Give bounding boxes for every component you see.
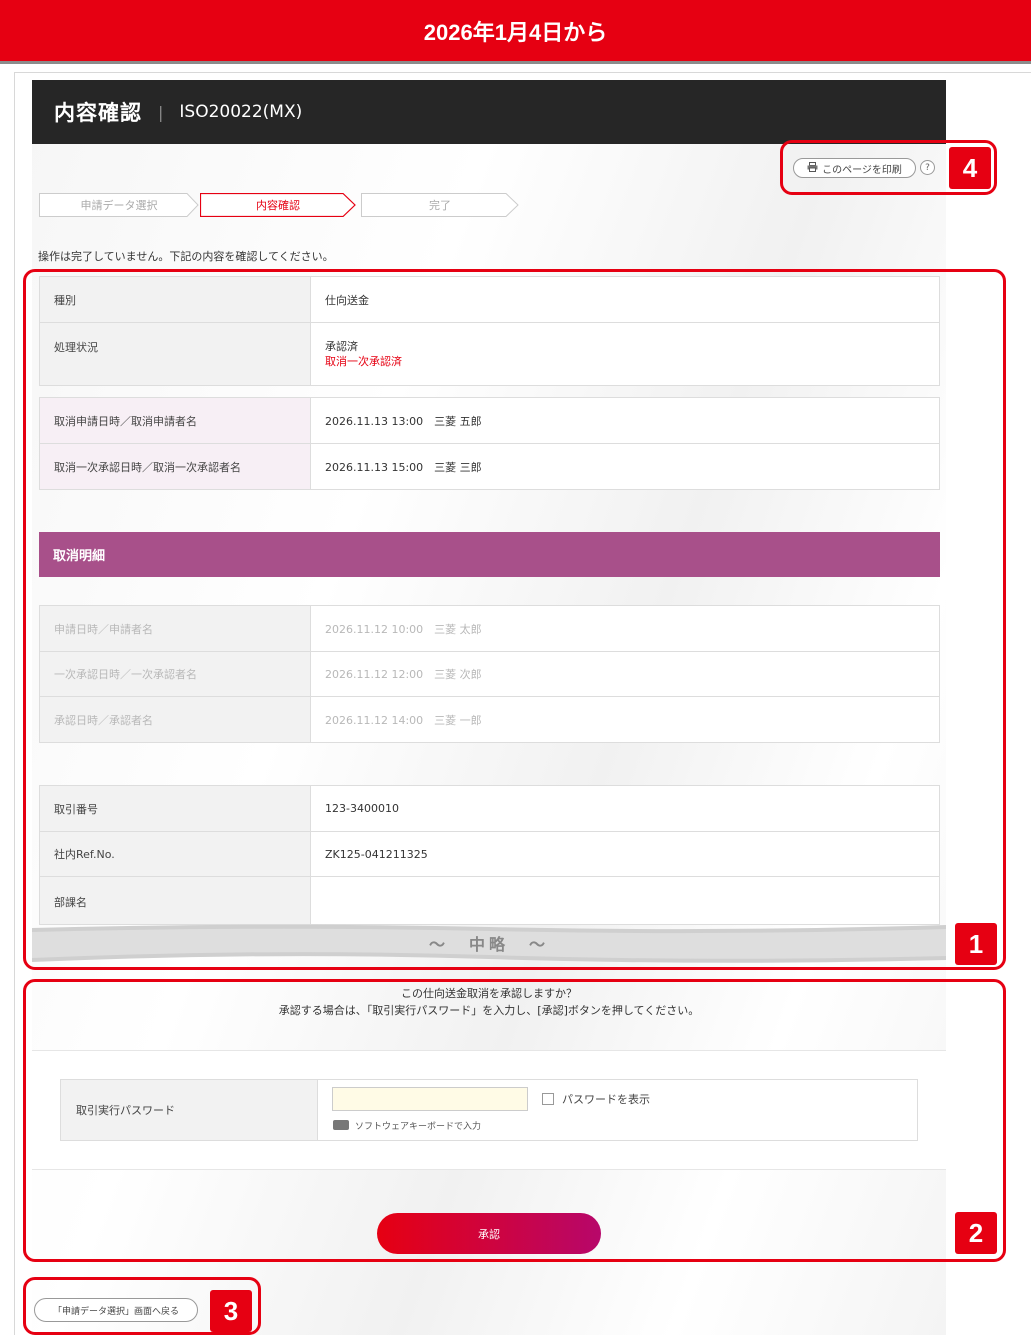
callout-badge-1: 1 [955, 923, 997, 965]
page-subtitle: ISO20022(MX) [179, 102, 303, 122]
step-complete: 完了 [361, 193, 519, 217]
page-titlebar: 内容確認 | ISO20022(MX) [32, 80, 946, 144]
callout-frame-1 [23, 269, 1006, 970]
callout-badge-4: 4 [949, 147, 991, 189]
step-label: 完了 [429, 199, 451, 212]
banner-text: 2026年1月4日から [423, 19, 608, 45]
callout-badge-2: 2 [955, 1212, 997, 1254]
step-label: 申請データ選択 [80, 199, 158, 212]
step-select-data: 申請データ選択 [39, 193, 199, 217]
date-banner: 2026年1月4日から [0, 0, 1031, 64]
notice-text: 操作は完了していません。下記の内容を確認してください。 [38, 250, 334, 263]
callout-frame-2 [23, 979, 1006, 1262]
step-confirm: 内容確認 [200, 193, 356, 217]
title-separator: | [158, 102, 164, 122]
callout-badge-3: 3 [210, 1290, 252, 1332]
step-label: 内容確認 [256, 199, 300, 212]
page-title: 内容確認 [54, 101, 142, 125]
